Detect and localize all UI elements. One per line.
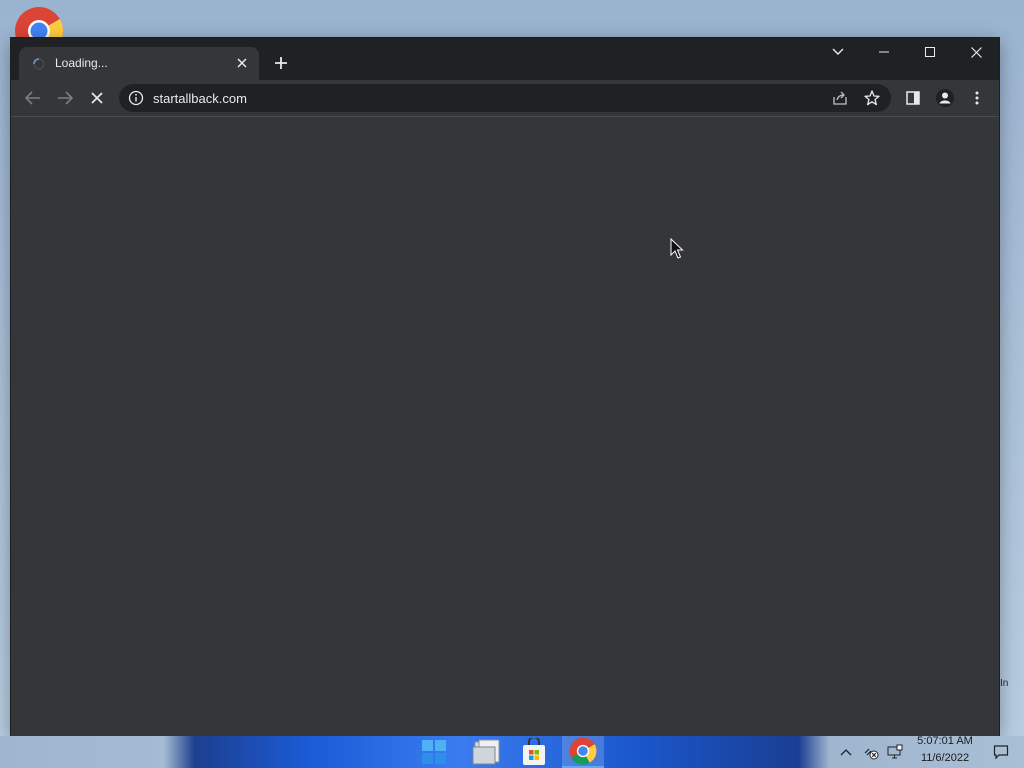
notification-icon[interactable] xyxy=(993,744,1009,760)
tab-strip: Loading... xyxy=(11,38,999,80)
loading-spinner-icon xyxy=(33,57,45,70)
toolbar: startallback.com xyxy=(11,80,999,117)
minimize-icon xyxy=(879,51,889,53)
minimize-button[interactable] xyxy=(861,38,907,66)
forward-button[interactable] xyxy=(53,86,77,110)
file-explorer-icon xyxy=(472,739,500,765)
profile-icon xyxy=(936,89,954,107)
new-tab-button[interactable] xyxy=(270,52,292,74)
url-text: startallback.com xyxy=(153,91,247,106)
chrome-icon xyxy=(569,737,597,765)
file-explorer-button[interactable] xyxy=(465,736,507,768)
close-icon xyxy=(970,46,982,58)
start-button[interactable] xyxy=(413,736,455,768)
back-arrow-icon xyxy=(25,91,40,105)
clock-time: 5:07:01 AM xyxy=(917,735,973,747)
tab-close-icon[interactable] xyxy=(234,55,250,71)
address-bar[interactable]: startallback.com xyxy=(119,84,891,112)
window-close-button[interactable] xyxy=(953,38,999,66)
star-icon[interactable] xyxy=(863,89,881,107)
page-content[interactable] xyxy=(11,117,999,736)
clock-date: 11/6/2022 xyxy=(920,752,970,764)
stop-button[interactable] xyxy=(85,86,109,110)
forward-arrow-icon xyxy=(58,91,73,105)
store-icon xyxy=(523,738,545,765)
display-icon[interactable] xyxy=(887,744,903,760)
store-button[interactable] xyxy=(513,736,555,768)
plus-icon xyxy=(275,57,287,69)
info-icon[interactable] xyxy=(128,90,144,106)
tab-title: Loading... xyxy=(55,56,108,70)
chrome-taskbar-button[interactable] xyxy=(562,736,604,768)
tab-search-button[interactable] xyxy=(815,38,861,66)
maximize-icon xyxy=(925,47,935,57)
maximize-button[interactable] xyxy=(907,38,953,66)
side-panel-button[interactable] xyxy=(901,86,925,110)
kebab-menu-icon xyxy=(975,91,979,105)
desktop-chrome-icon[interactable] xyxy=(14,6,64,40)
chevron-down-icon xyxy=(832,48,844,55)
windows-start-icon xyxy=(422,740,446,764)
clock[interactable]: 5:07:01 AM 11/6/2022 xyxy=(912,733,978,767)
stop-x-icon xyxy=(91,92,103,104)
browser-window: Loading... startallback.com xyxy=(11,38,999,736)
mouse-cursor-icon xyxy=(670,237,684,260)
share-icon[interactable] xyxy=(831,89,849,107)
side-panel-icon xyxy=(906,91,920,105)
profile-button[interactable] xyxy=(933,86,957,110)
chevron-up-icon[interactable] xyxy=(838,744,854,760)
stray-text: In xyxy=(1000,678,1009,689)
network-disconnected-icon[interactable] xyxy=(863,744,879,760)
back-button[interactable] xyxy=(21,86,45,110)
menu-button[interactable] xyxy=(965,86,989,110)
tab-active[interactable]: Loading... xyxy=(19,47,259,80)
taskbar: 5:07:01 AM 11/6/2022 xyxy=(0,733,1024,768)
